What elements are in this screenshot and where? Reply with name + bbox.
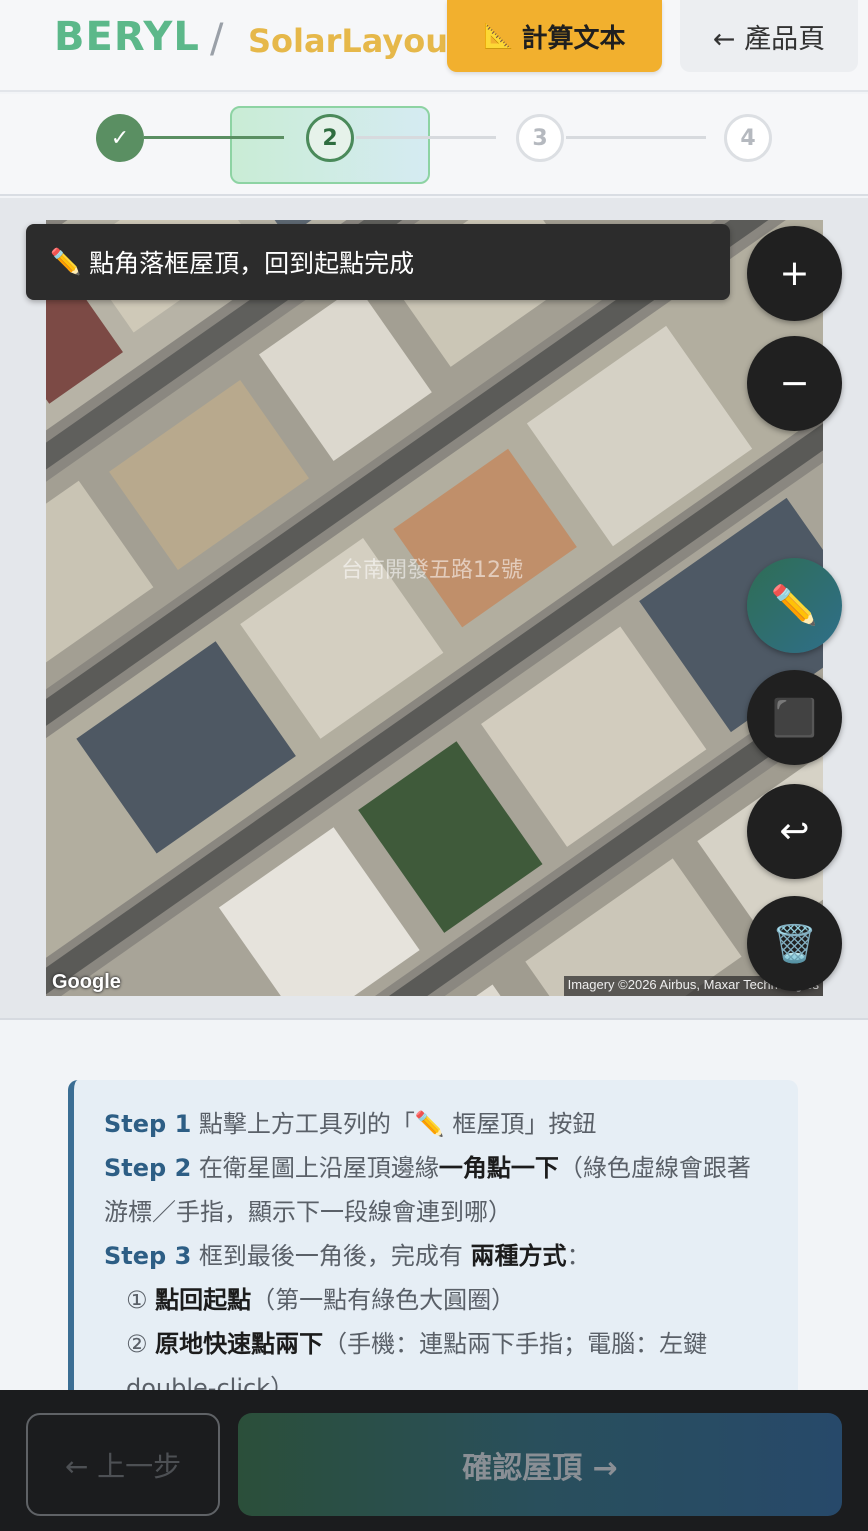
zoom-in-button[interactable]: + [747,226,842,321]
back-to-product-button[interactable]: ← 產品頁 [680,0,858,72]
help-option-2: ② 原地快速點兩下（手機：連點兩下手指；電腦：左鍵 double-click） [126,1330,708,1400]
confirm-roof-button[interactable]: 確認屋頂 → [238,1413,842,1516]
rectangle-tool-button[interactable]: ⬛ [747,670,842,765]
undo-button[interactable]: ↩ [747,784,842,879]
zoom-out-button[interactable]: − [747,336,842,431]
help-step-3: Step 3 框到最後一角後，完成有 兩種方式： [104,1242,591,1270]
satellite-imagery [46,220,823,996]
delete-button[interactable]: 🗑️ [747,896,842,991]
map-instruction-bar: ✏️ 點角落框屋頂，回到起點完成 [26,224,730,300]
bottom-action-bar: ← 上一步 確認屋頂 → [0,1390,868,1531]
help-option-1: ① 點回起點（第一點有綠色大圓圈） [126,1286,516,1314]
step-connector-1 [144,136,284,139]
step-4: 4 [724,114,772,162]
step-2-current: 2 [306,114,354,162]
ruler-triangle-icon: 📐 [483,22,514,50]
help-step-1: Step 1 點擊上方工具列的「✏️ 框屋頂」按鈕 [104,1110,597,1138]
satellite-map[interactable]: 台南開發五路12號 Google Imagery ©2026 Airbus, M… [46,220,823,996]
previous-step-button[interactable]: ← 上一步 [26,1413,220,1516]
breadcrumb-separator: / [210,16,224,62]
map-instruction-text: 點角落框屋頂，回到起點完成 [89,249,415,278]
step-connector-2 [356,136,496,139]
step-3: 3 [516,114,564,162]
calc-text-button[interactable]: 📐 計算文本 [447,0,662,72]
step-connector-3 [566,136,706,139]
pencil-icon: ✏️ [50,247,82,276]
google-logo: Google [52,971,121,993]
map-panel: 台南開發五路12號 Google Imagery ©2026 Airbus, M… [0,198,868,1020]
calc-text-label: 計算文本 [521,23,626,54]
step-1-check[interactable]: ✓ [96,114,144,162]
brand-logo[interactable]: BERYL [54,14,200,60]
help-step-2: Step 2 在衛星圖上沿屋頂邊緣一角點一下（綠色虛線會跟著游標／手指，顯示下一… [104,1154,751,1226]
progress-stepper: ✓ 2 3 4 [0,94,868,196]
map-address-label: 台南開發五路12號 [341,558,523,583]
top-header: BERYL / SolarLayout 📐 計算文本 ← 產品頁 [0,0,868,92]
app-name: SolarLayout [248,22,464,60]
draw-roof-button[interactable]: ✏️ [747,558,842,653]
help-instructions: Step 1 點擊上方工具列的「✏️ 框屋頂」按鈕 Step 2 在衛星圖上沿屋… [68,1080,798,1400]
